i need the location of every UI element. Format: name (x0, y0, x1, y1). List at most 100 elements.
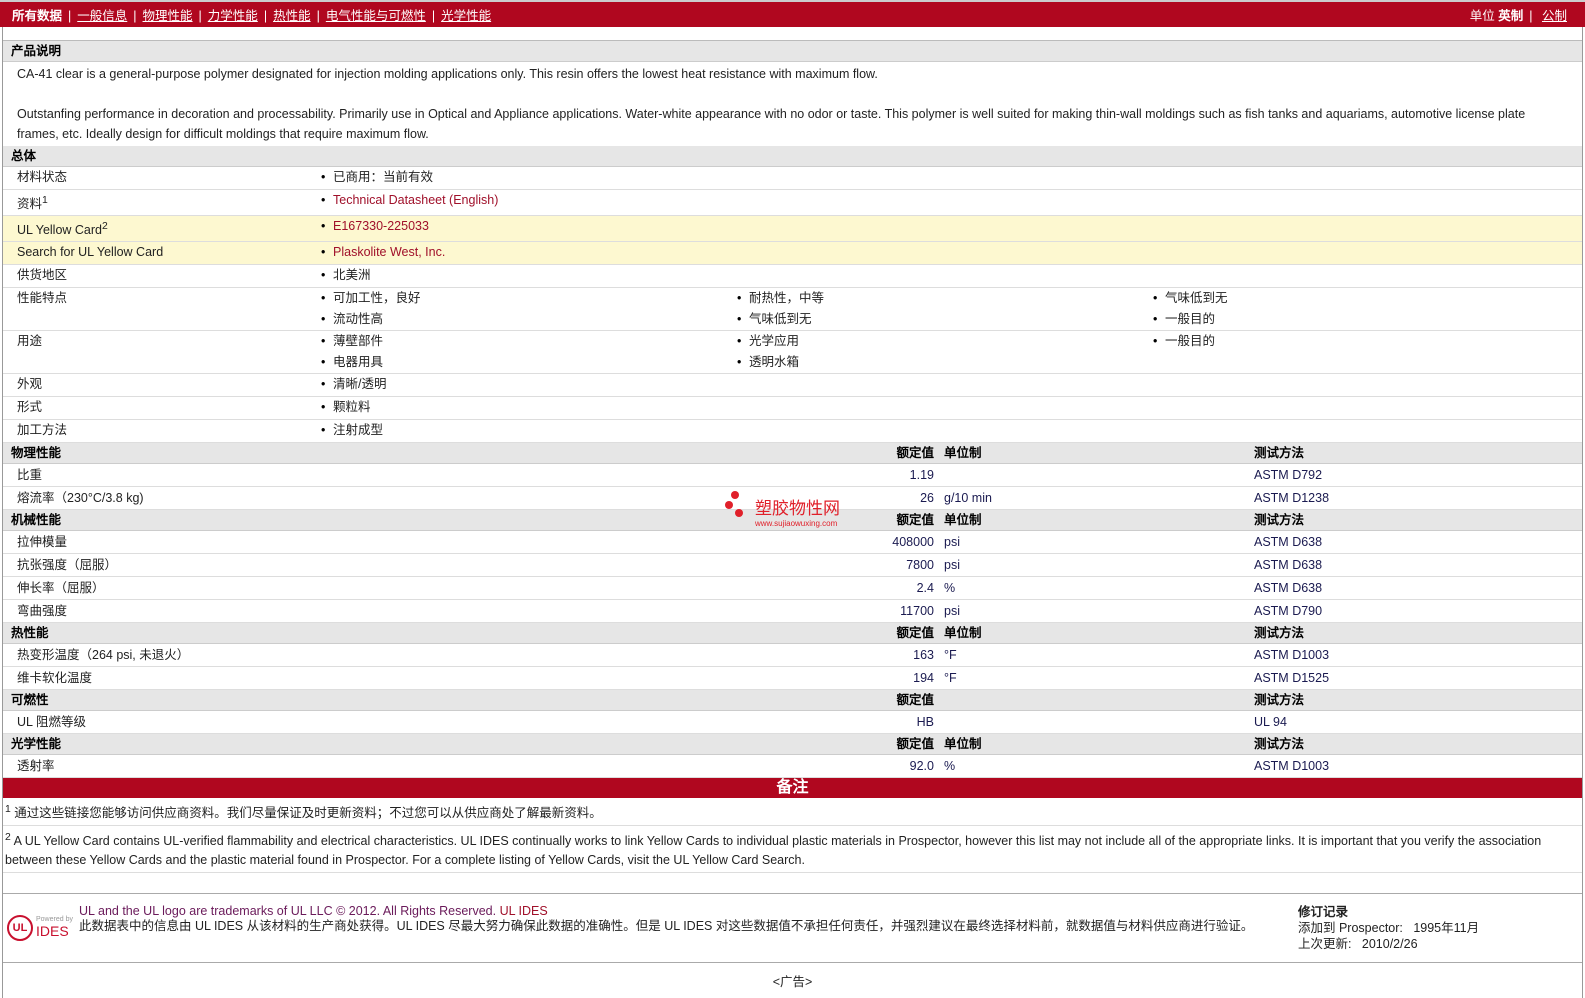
unit-header: 单位制 (944, 446, 982, 461)
unit-header: 单位制 (944, 626, 982, 641)
nav-separator: | (431, 9, 436, 23)
section-header: 光学性能 额定值 单位制 测试方法 (3, 734, 1582, 756)
row-label: 加工方法 (3, 420, 317, 442)
row-label-text: 形式 (17, 400, 43, 415)
value-item: 注射成型 (317, 420, 733, 442)
property-name: 抗张强度（屈服） (17, 558, 118, 573)
value-item: 颗粒料 (317, 397, 733, 419)
added-date: 1995年11月 (1413, 920, 1480, 935)
section-header: 可燃性 额定值 测试方法 (3, 690, 1582, 712)
value-item: 透明水箱 (733, 352, 1149, 373)
test-method: ASTM D792 (1254, 468, 1323, 483)
ul-ides-link[interactable]: UL IDES (500, 904, 548, 918)
nav-all-data[interactable]: 所有数据 (12, 5, 62, 24)
section-title: 机械性能 (11, 513, 62, 528)
property-unit: psi (944, 604, 960, 619)
property-value: 2.4 (916, 581, 934, 596)
property-row: 弯曲强度 11700 psi ASTM D790 (3, 600, 1582, 624)
property-name: 维卡软化温度 (17, 671, 93, 686)
row-values: 薄壁部件光学应用一般目的电器用具透明水箱 (317, 331, 1582, 373)
property-unit: °F (944, 648, 957, 663)
note-2-text: A UL Yellow Card contains UL-verified fl… (5, 834, 1542, 867)
general-row: 性能特点可加工性，良好耐热性，中等气味低到无流动性高气味低到无一般目的 (3, 288, 1582, 332)
unit-metric-link[interactable]: 公制 (1542, 9, 1567, 23)
test-method: ASTM D1003 (1254, 648, 1330, 663)
test-header: 测试方法 (1254, 693, 1305, 708)
property-value: HB (916, 715, 934, 730)
test-method: ASTM D790 (1254, 604, 1323, 619)
property-value: 194 (913, 671, 934, 686)
property-row: UL 阻燃等级 HB UL 94 (3, 711, 1582, 735)
unit-english[interactable]: 英制 (1498, 9, 1523, 23)
description-p2: Outstanfing performance in decoration an… (17, 107, 1526, 141)
section-title: 光学性能 (11, 737, 62, 752)
revision-title: 修订记录 (1298, 904, 1349, 919)
property-name: 透射率 (17, 759, 55, 774)
property-row: 维卡软化温度 194 °F ASTM D1525 (3, 667, 1582, 691)
nav-link[interactable]: 力学性能 (208, 9, 258, 23)
updated-label: 上次更新: (1298, 936, 1352, 951)
row-values: 颗粒料 (317, 397, 1582, 419)
property-value: 1.19 (909, 468, 934, 483)
property-value: 11700 (900, 604, 934, 619)
disclaimer: 此数据表中的信息由 UL IDES 从该材料的生产商处获得。UL IDES 尽最… (79, 918, 1254, 933)
trademark-text: UL and the UL logo are trademarks of UL … (79, 903, 497, 918)
row-label: 性能特点 (3, 288, 317, 330)
value-item: 薄壁部件 (317, 331, 733, 352)
row-label-text: 加工方法 (17, 423, 68, 438)
nav-link[interactable]: 电气性能与可燃性 (326, 9, 426, 23)
property-value: 26 (920, 491, 934, 506)
row-label-text: 资料 (17, 197, 43, 212)
value-item: 可加工性，良好 (317, 288, 733, 309)
property-row: 抗张强度（屈服） 7800 psi ASTM D638 (3, 554, 1582, 578)
note-1: 1 通过这些链接您能够访问供应商资料。我们尽量保证及时更新资料；不过您可以从供应… (3, 798, 1582, 827)
nav-link[interactable]: 一般信息 (77, 9, 127, 23)
test-method: ASTM D1238 (1254, 491, 1330, 506)
property-unit: % (944, 581, 956, 596)
property-name: UL 阻燃等级 (17, 715, 86, 730)
row-label: 材料状态 (3, 167, 317, 189)
value-link[interactable]: E167330-225033 (317, 216, 733, 241)
value-item: 已商用：当前有效 (317, 167, 733, 189)
section-title: 热性能 (11, 626, 49, 641)
row-values: E167330-225033 (317, 216, 1582, 241)
row-values: 已商用：当前有效 (317, 167, 1582, 189)
property-unit: °F (944, 671, 957, 686)
general-header: 总体 (3, 146, 1582, 167)
test-header: 测试方法 (1254, 513, 1305, 528)
unit-header: 单位制 (944, 737, 982, 752)
footnote-ref: 1 (42, 195, 48, 206)
nav-link[interactable]: 热性能 (273, 9, 311, 23)
nav-link[interactable]: 物理性能 (143, 9, 193, 23)
general-row: UL Yellow Card2E167330-225033 (3, 216, 1582, 243)
row-label-text: Search for UL Yellow Card (17, 245, 164, 260)
test-header: 测试方法 (1254, 737, 1305, 752)
property-name: 伸长率（屈服） (17, 581, 105, 596)
row-label: 资料1 (3, 190, 317, 215)
nominal-header: 额定值 (896, 626, 934, 641)
nav-link[interactable]: 光学性能 (441, 9, 491, 23)
nav-separator: | (316, 9, 320, 23)
row-values: 清晰/透明 (317, 374, 1582, 396)
footer: UL Powered by IDES UL and the UL logo are … (3, 892, 1582, 963)
row-label: 形式 (3, 397, 317, 419)
test-method: ASTM D1003 (1254, 759, 1330, 774)
test-method: ASTM D638 (1254, 558, 1323, 573)
property-row: 透射率 92.0% ASTM D1003 (3, 755, 1582, 779)
property-value: 7800 (906, 558, 934, 573)
property-value: 408000 (892, 535, 934, 550)
general-row: 供货地区 北美洲 (3, 265, 1582, 289)
value-item: 一般目的 (1149, 331, 1565, 352)
property-value: 92.0 (909, 759, 934, 774)
row-label-text: 性能特点 (17, 291, 68, 306)
row-label-text: UL Yellow Card (17, 223, 103, 238)
value-item: 清晰/透明 (317, 374, 733, 396)
nominal-header: 额定值 (896, 737, 934, 752)
value-link[interactable]: Technical Datasheet (English) (317, 190, 733, 215)
ad-label: <广告> (772, 974, 813, 989)
property-row: 伸长率（屈服） 2.4% ASTM D638 (3, 577, 1582, 601)
property-value: 163 (913, 648, 934, 663)
watermark-url: www.sujiaowuxing.com (755, 519, 838, 528)
value-link[interactable]: Plaskolite West, Inc. (317, 242, 733, 264)
value-item: 气味低到无 (733, 309, 1149, 330)
